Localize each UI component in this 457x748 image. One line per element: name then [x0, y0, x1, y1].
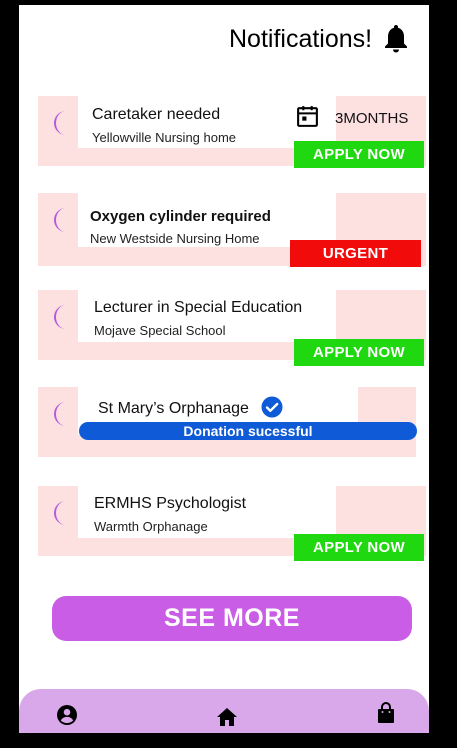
bottom-nav	[19, 689, 429, 733]
donation-status: Donation sucessful	[79, 422, 417, 440]
card-subtitle: New Westside Nursing Home	[90, 231, 260, 246]
notification-card[interactable]: Oxygen cylinder required New Westside Nu…	[38, 193, 426, 267]
card-subtitle: Mojave Special School	[94, 323, 226, 338]
moon-icon	[54, 111, 66, 135]
account-icon[interactable]	[55, 703, 79, 727]
shopping-bag-icon[interactable]	[374, 701, 398, 725]
card-title: Oxygen cylinder required	[90, 208, 271, 225]
moon-icon	[54, 208, 66, 232]
calendar-icon	[297, 106, 318, 127]
card-title: St Mary’s Orphanage	[98, 400, 249, 417]
moon-icon	[54, 305, 66, 329]
page-title: Notifications!	[229, 25, 373, 53]
card-subtitle: Warmth Orphanage	[94, 519, 208, 534]
card-title: Lecturer in Special Education	[94, 299, 303, 316]
card-title: Caretaker needed	[92, 106, 221, 123]
moon-icon	[54, 501, 66, 525]
urgent-badge: URGENT	[290, 240, 421, 267]
check-circle-icon	[261, 396, 283, 418]
apply-now-button[interactable]: APPLY NOW	[294, 339, 424, 366]
phone-screen: Notifications! Caretaker needed Yellowvi…	[19, 5, 429, 733]
apply-now-button[interactable]: APPLY NOW	[294, 141, 424, 168]
see-more-button[interactable]: SEE MORE	[52, 596, 412, 641]
home-icon[interactable]	[215, 705, 239, 729]
card-title: ERMHS Psychologist	[94, 495, 247, 512]
notification-card[interactable]: Caretaker needed Yellowville Nursing hom…	[38, 96, 426, 168]
bell-icon[interactable]	[383, 23, 409, 53]
notification-card[interactable]: Lecturer in Special Education Mojave Spe…	[38, 290, 426, 366]
notification-card[interactable]: ERMHS Psychologist Warmth Orphanage APPL…	[38, 486, 426, 561]
moon-icon	[54, 402, 66, 426]
apply-now-button[interactable]: APPLY NOW	[294, 534, 424, 561]
duration-label: 3MONTHS	[335, 110, 409, 127]
card-subtitle: Yellowville Nursing home	[92, 130, 237, 145]
